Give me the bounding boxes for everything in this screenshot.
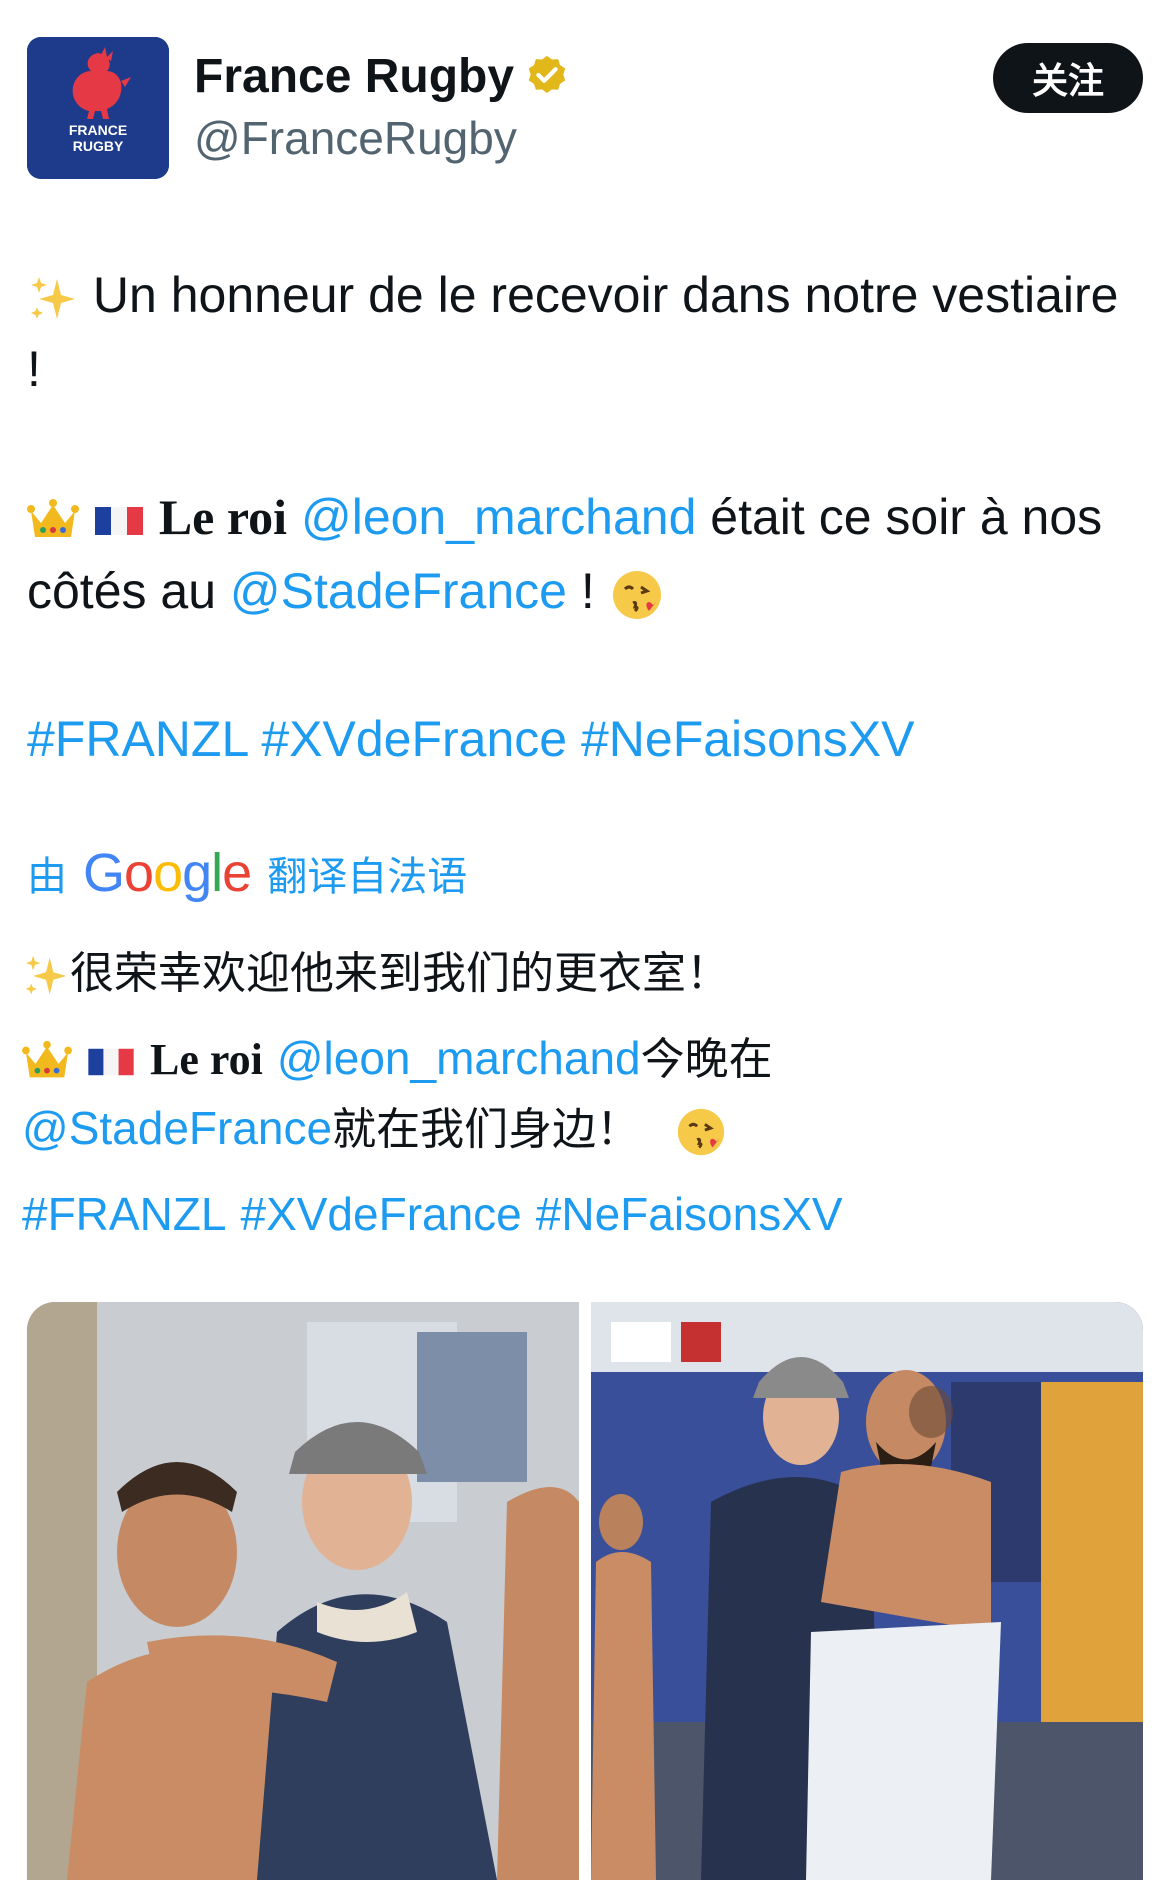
france-rugby-logo: FRANCE RUGBY: [27, 37, 169, 179]
le-roi-text: Le roi: [150, 1035, 263, 1084]
translated-text: 很荣幸欢迎他来到我们的更衣室！ Le roi @leon_marchand今晚在…: [22, 940, 1142, 1266]
mention-stade-france[interactable]: @StadeFrance: [230, 563, 567, 619]
mention-leon-marchand[interactable]: @leon_marchand: [301, 489, 696, 545]
tweet-text: Un honneur de le recevoir dans notre ves…: [27, 258, 1137, 776]
translation-line-2: Le roi @leon_marchand今晚在 @StadeFrance就在我…: [22, 1024, 1142, 1164]
crown-icon: [27, 498, 79, 537]
tweet-photo-2[interactable]: [591, 1302, 1143, 1880]
tweet-hashtags: #FRANZL #XVdeFrance #NeFaisonsXV: [27, 702, 1137, 776]
hashtag-xvdefrance[interactable]: #XVdeFrance: [261, 711, 567, 767]
le-roi-text: Le roi: [158, 489, 288, 545]
svg-text:FRANCE: FRANCE: [69, 122, 127, 138]
tweet-line-1-text: Un honneur de le recevoir dans notre ves…: [27, 267, 1119, 397]
verified-badge-icon: [528, 55, 566, 94]
translation-prefix: 由: [27, 854, 67, 900]
sparkles-icon: [31, 276, 75, 319]
display-name[interactable]: France Rugby: [194, 49, 514, 104]
translation-line-2-suffix: 就在我们身边！: [332, 1104, 641, 1155]
hashtag-nefaisonsxv[interactable]: #NeFaisonsXV: [581, 711, 915, 767]
translation-suffix: 翻译自法语: [267, 854, 468, 900]
translation-line-2-middle: 今晚在: [640, 1034, 773, 1085]
translation-line-1: 很荣幸欢迎他来到我们的更衣室！: [22, 940, 1142, 1008]
tweet-header: FRANCE RUGBY France Rugby @FranceRugby 关…: [27, 37, 1143, 179]
translation-hashtags: #FRANZL #XVdeFrance #NeFaisonsXV: [22, 1180, 1142, 1250]
hashtag-franzl[interactable]: #FRANZL: [22, 1188, 226, 1240]
face-blowing-kiss-icon: [677, 1108, 725, 1156]
france-flag-icon: [94, 506, 143, 535]
mention-stade-france[interactable]: @StadeFrance: [22, 1102, 332, 1154]
google-logo: Google: [83, 843, 252, 903]
locker-room-photo-1: [27, 1302, 579, 1880]
tweet-line-2-suffix: !: [580, 563, 595, 619]
account-info: France Rugby @FranceRugby: [194, 45, 570, 165]
tweet-line-1: Un honneur de le recevoir dans notre ves…: [27, 258, 1137, 406]
crown-icon: [22, 1040, 72, 1078]
tweet-line-2: Le roi @leon_marchand était ce soir à no…: [27, 480, 1137, 628]
hashtag-xvdefrance[interactable]: #XVdeFrance: [240, 1188, 521, 1240]
hashtag-nefaisonsxv[interactable]: #NeFaisonsXV: [536, 1188, 843, 1240]
translated-by-google[interactable]: 由 Google 翻译自法语: [27, 838, 467, 908]
svg-text:RUGBY: RUGBY: [73, 138, 124, 154]
translation-line-1-text: 很荣幸欢迎他来到我们的更衣室！: [70, 948, 730, 999]
tweet-photo-1[interactable]: [27, 1302, 579, 1880]
avatar[interactable]: FRANCE RUGBY: [27, 37, 169, 179]
follow-button[interactable]: 关注: [993, 43, 1143, 113]
face-blowing-kiss-icon: [612, 570, 661, 619]
france-flag-icon: [88, 1048, 134, 1076]
handle[interactable]: @FranceRugby: [194, 111, 570, 165]
locker-room-photo-2: [591, 1302, 1143, 1880]
sparkles-icon: [25, 955, 67, 995]
hashtag-franzl[interactable]: #FRANZL: [27, 711, 247, 767]
mention-leon-marchand[interactable]: @leon_marchand: [277, 1032, 641, 1084]
